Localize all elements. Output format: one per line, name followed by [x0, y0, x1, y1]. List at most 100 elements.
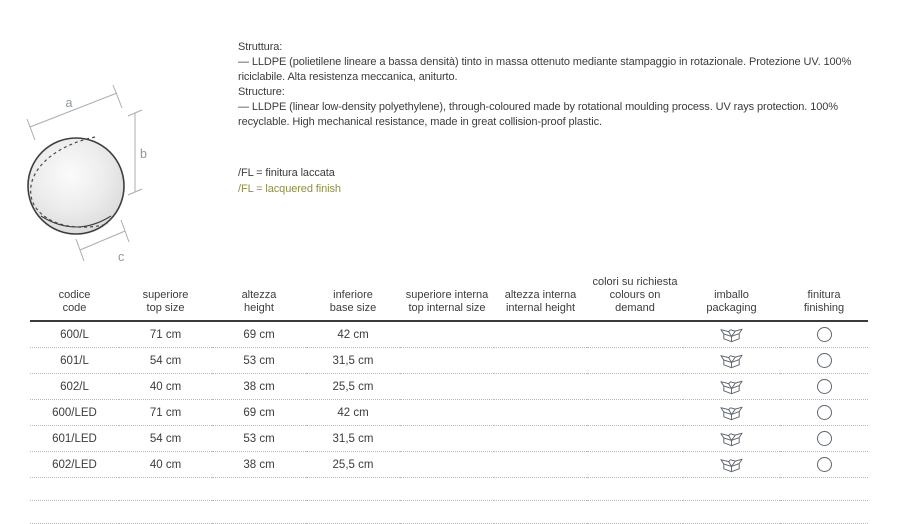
circle-outline-icon — [817, 431, 832, 446]
cell-finishing — [780, 348, 868, 374]
cell-code: 602/LED — [30, 452, 119, 478]
cell-internal-height — [494, 452, 587, 478]
cell-packaging — [683, 452, 780, 478]
col-header-code: codice code — [30, 276, 119, 321]
cell-base-size: 25,5 cm — [306, 452, 400, 478]
table-row: 601/LED 54 cm 53 cm 31,5 cm — [30, 426, 868, 452]
material-description: Struttura: — LLDPE (polietilene lineare … — [238, 40, 890, 130]
fl-note-english: /FL = lacquered finish — [238, 181, 341, 197]
table-row: 600/L 71 cm 69 cm 42 cm — [30, 321, 868, 348]
cell-top-size: 71 cm — [119, 321, 212, 348]
cell-height: 69 cm — [212, 321, 306, 348]
cell-colours — [587, 400, 683, 426]
struttura-text: — LLDPE (polietilene lineare a bassa den… — [238, 55, 890, 85]
cell-code: 600/L — [30, 321, 119, 348]
col-header-it: altezza — [214, 289, 304, 302]
col-header-en: top size — [121, 302, 210, 315]
open-box-icon — [719, 429, 744, 448]
cell-packaging — [683, 321, 780, 348]
col-header-en: finishing — [782, 302, 866, 315]
cell-packaging — [683, 426, 780, 452]
col-header-packaging: imballo packaging — [683, 276, 780, 321]
cell-top-size: 54 cm — [119, 348, 212, 374]
cell-height: 38 cm — [212, 374, 306, 400]
cell-top-internal — [400, 400, 494, 426]
col-header-it: codice — [32, 289, 117, 302]
cell-finishing — [780, 374, 868, 400]
open-box-icon — [719, 351, 744, 370]
circle-outline-icon — [817, 379, 832, 394]
cell-base-size: 31,5 cm — [306, 426, 400, 452]
sphere-shape — [28, 138, 124, 234]
cell-height: 38 cm — [212, 452, 306, 478]
cell-internal-height — [494, 400, 587, 426]
cell-internal-height — [494, 348, 587, 374]
col-header-it: colori su richiesta — [589, 276, 681, 289]
table-row-empty — [30, 501, 868, 524]
struttura-label: Struttura: — [238, 40, 890, 55]
cell-code: 600/LED — [30, 400, 119, 426]
open-box-icon — [719, 455, 744, 474]
col-header-it: inferiore — [308, 289, 398, 302]
open-box-icon — [719, 403, 744, 422]
header-row: codice code superiore top size altezza h… — [30, 276, 868, 321]
spec-table: codice code superiore top size altezza h… — [30, 276, 868, 524]
cell-internal-height — [494, 321, 587, 348]
finish-notes: /FL = finitura laccata /FL = lacquered f… — [238, 165, 341, 197]
col-header-top-internal: superiore interna top internal size — [400, 276, 494, 321]
table-row: 600/LED 71 cm 69 cm 42 cm — [30, 400, 868, 426]
empty-cell — [30, 478, 868, 501]
col-header-en: colours on demand — [589, 289, 681, 315]
col-header-top-size: superiore top size — [119, 276, 212, 321]
cell-finishing — [780, 452, 868, 478]
dimension-label-c: c — [118, 250, 124, 264]
col-header-it: superiore interna — [402, 289, 492, 302]
cell-colours — [587, 374, 683, 400]
cell-top-internal — [400, 321, 494, 348]
col-header-it: finitura — [782, 289, 866, 302]
dimension-label-b: b — [140, 147, 147, 161]
cell-top-size: 40 cm — [119, 452, 212, 478]
col-header-base-size: inferiore base size — [306, 276, 400, 321]
cell-top-internal — [400, 374, 494, 400]
cell-code: 601/LED — [30, 426, 119, 452]
col-header-en: code — [32, 302, 117, 315]
cell-packaging — [683, 400, 780, 426]
cell-colours — [587, 452, 683, 478]
structure-label: Structure: — [238, 85, 890, 100]
cell-top-internal — [400, 452, 494, 478]
col-header-en: packaging — [685, 302, 778, 315]
cell-colours — [587, 348, 683, 374]
col-header-finishing: finitura finishing — [780, 276, 868, 321]
cell-base-size: 31,5 cm — [306, 348, 400, 374]
fl-note-italian: /FL = finitura laccata — [238, 165, 341, 181]
cell-top-size: 54 cm — [119, 426, 212, 452]
cell-code: 602/L — [30, 374, 119, 400]
col-header-en: base size — [308, 302, 398, 315]
cell-height: 53 cm — [212, 348, 306, 374]
col-header-en: height — [214, 302, 304, 315]
col-header-it: superiore — [121, 289, 210, 302]
cell-top-size: 40 cm — [119, 374, 212, 400]
cell-finishing — [780, 321, 868, 348]
col-header-en: internal height — [496, 302, 585, 315]
circle-outline-icon — [817, 405, 832, 420]
structure-text: — LLDPE (linear low-density polyethylene… — [238, 100, 890, 130]
open-box-icon — [719, 325, 744, 344]
cell-base-size: 42 cm — [306, 321, 400, 348]
cell-finishing — [780, 426, 868, 452]
cell-top-size: 71 cm — [119, 400, 212, 426]
cell-base-size: 42 cm — [306, 400, 400, 426]
sphere-diagram-svg: a b c — [12, 78, 222, 268]
cell-code: 601/L — [30, 348, 119, 374]
cell-packaging — [683, 374, 780, 400]
cell-finishing — [780, 400, 868, 426]
col-header-en: top internal size — [402, 302, 492, 315]
cell-packaging — [683, 348, 780, 374]
cell-internal-height — [494, 426, 587, 452]
table-row-empty — [30, 478, 868, 501]
col-header-it: altezza interna — [496, 289, 585, 302]
table-row: 602/LED 40 cm 38 cm 25,5 cm — [30, 452, 868, 478]
col-header-colours: colori su richiesta colours on demand — [587, 276, 683, 321]
cell-colours — [587, 321, 683, 348]
